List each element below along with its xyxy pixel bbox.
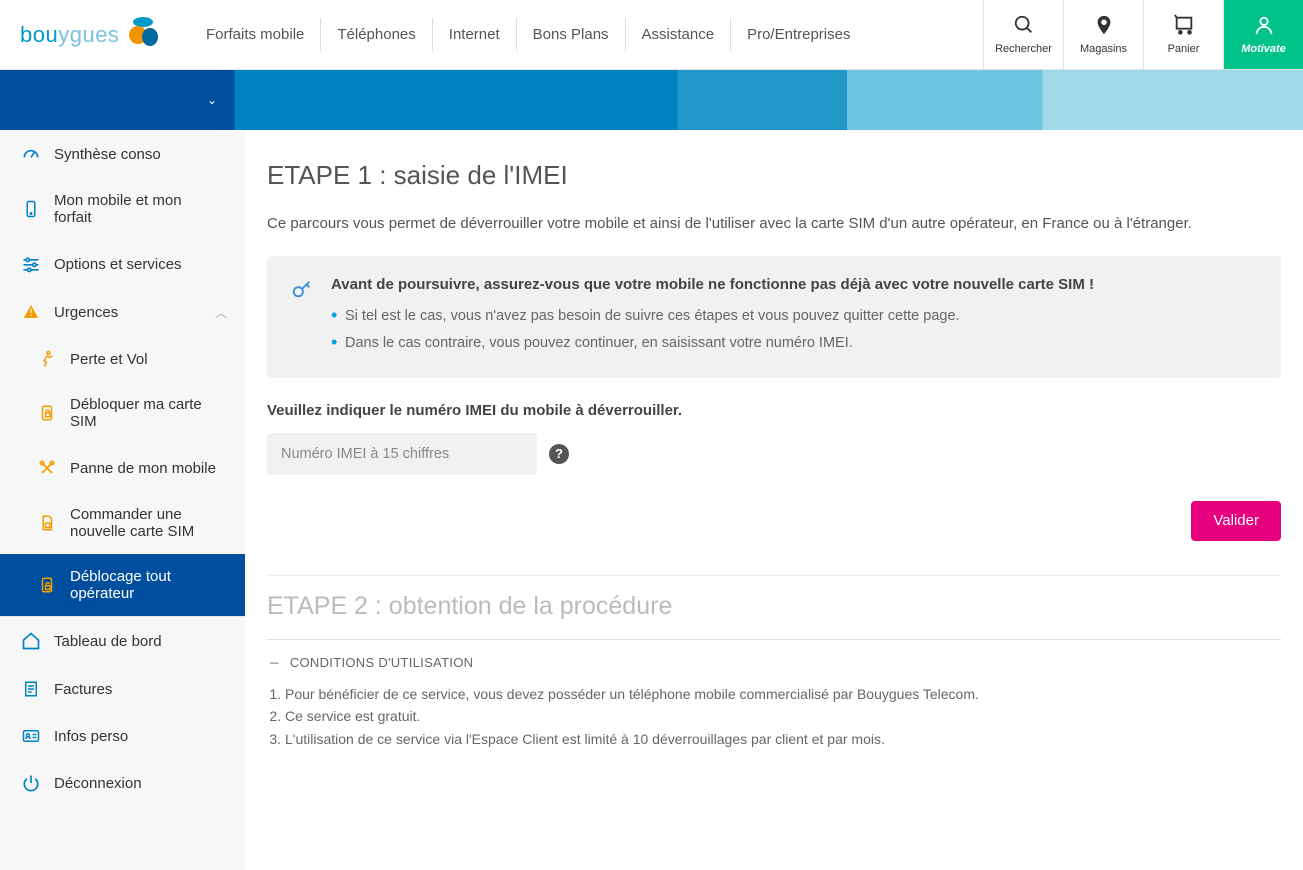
nav-assistance[interactable]: Assistance [626,18,732,51]
sidebar-label: Tableau de bord [54,633,162,650]
validate-button[interactable]: Valider [1191,501,1281,541]
sidebar-item-logout[interactable]: Déconnexion [0,759,245,807]
sidebar-label: Options et services [54,256,182,273]
condition-item: L'utilisation de ce service via l'Espace… [285,729,1281,751]
conditions-heading: CONDITIONS D'UTILISATION [290,655,474,670]
help-icon[interactable]: ? [549,444,569,464]
search-button[interactable]: Rechercher [983,0,1063,69]
sidebar-label: Factures [54,681,112,698]
sidebar-item-urgences[interactable]: Urgences ︿ [0,288,245,336]
warning-title: Avant de poursuivre, assurez-vous que vo… [331,276,1257,293]
imei-label: Veuillez indiquer le numéro IMEI du mobi… [267,402,1281,419]
condition-item: Pour bénéficier de ce service, vous deve… [285,684,1281,706]
pin-icon [1093,14,1115,43]
step2-title: ETAPE 2 : obtention de la procédure [267,592,1281,621]
cart-icon [1172,14,1196,43]
sim-card-icon [34,513,60,533]
nav-telephones[interactable]: Téléphones [321,18,432,51]
sidebar: Synthèse conso Mon mobile et mon forfait… [0,130,245,870]
warning-bullet: Si tel est le cas, vous n'avez pas besoi… [331,303,1257,331]
page-color-band: ⌄ [0,70,1303,130]
sim-lock-icon [34,403,60,423]
run-icon [34,350,60,368]
conditions-toggle[interactable]: − CONDITIONS D'UTILISATION [267,640,1281,684]
conditions-body: Pour bénéficier de ce service, vous deve… [267,684,1281,751]
warning-box: Avant de poursuivre, assurez-vous que vo… [267,256,1281,378]
conditions-accordion: − CONDITIONS D'UTILISATION Pour bénéfici… [267,639,1281,751]
header-actions: Rechercher Magasins Panier Motivate [983,0,1303,69]
sidebar-item-synthese[interactable]: Synthèse conso [0,130,245,178]
sidebar-sub-deblocage-operateur[interactable]: Déblocage tout opérateur [0,554,245,616]
sidebar-label: Panne de mon mobile [70,460,216,477]
invoice-icon [18,679,44,699]
search-icon [1013,14,1035,43]
sidebar-sub-debloquer-sim[interactable]: Débloquer ma carte SIM [0,382,245,444]
sidebar-label: Commander une nouvelle carte SIM [70,506,210,540]
tools-icon [34,458,60,478]
sidebar-label: Déconnexion [54,775,142,792]
sidebar-item-dashboard[interactable]: Tableau de bord [0,617,245,665]
sidebar-label: Déblocage tout opérateur [70,568,210,602]
sidebar-item-invoices[interactable]: Factures [0,665,245,713]
stores-label: Magasins [1080,43,1127,55]
account-button[interactable]: Motivate [1223,0,1303,69]
nav-internet[interactable]: Internet [433,18,517,51]
sidebar-sub-order-sim[interactable]: Commander une nouvelle carte SIM [0,492,245,554]
sidebar-label: Urgences [54,304,118,321]
sidebar-sub-panne[interactable]: Panne de mon mobile [0,444,245,492]
warning-icon [18,302,44,322]
minus-icon: − [269,654,280,672]
chevron-up-icon: ︿ [215,304,227,321]
nav-pro[interactable]: Pro/Entreprises [731,18,866,51]
stores-button[interactable]: Magasins [1063,0,1143,69]
step2-section: ETAPE 2 : obtention de la procédure [267,575,1281,621]
sidebar-label: Infos perso [54,728,128,745]
sidebar-label: Perte et Vol [70,351,148,368]
power-icon [18,773,44,793]
phone-icon [18,199,44,219]
condition-item: Ce service est gratuit. [285,706,1281,728]
nav-bonsplans[interactable]: Bons Plans [517,18,626,51]
warning-bullet: Dans le cas contraire, vous pouvez conti… [331,330,1257,358]
step1-title: ETAPE 1 : saisie de l'IMEI [267,160,1281,191]
sidebar-label: Mon mobile et mon forfait [54,192,204,226]
search-label: Rechercher [995,43,1052,55]
id-icon [18,727,44,745]
person-icon [1253,14,1275,43]
gauge-icon [18,144,44,164]
sidebar-item-mobile-forfait[interactable]: Mon mobile et mon forfait [0,178,245,240]
primary-nav: Forfaits mobile Téléphones Internet Bons… [190,18,983,51]
logo[interactable]: bouygues [0,15,190,54]
account-label: Motivate [1241,43,1286,55]
sidebar-label: Débloquer ma carte SIM [70,396,210,430]
step1-intro: Ce parcours vous permet de déverrouiller… [267,213,1281,236]
home-icon [18,631,44,651]
sidebar-label: Synthèse conso [54,146,161,163]
cart-label: Panier [1168,43,1200,55]
line-selector[interactable]: ⌄ [0,70,245,130]
sidebar-sub-perte-vol[interactable]: Perte et Vol [0,336,245,382]
key-icon [291,278,313,358]
sidebar-item-options[interactable]: Options et services [0,240,245,288]
main-content: ETAPE 1 : saisie de l'IMEI Ce parcours v… [245,130,1303,870]
unlock-phone-icon [34,575,60,595]
logo-swirl-icon [125,15,161,54]
logo-text: bouygues [20,22,119,48]
cart-button[interactable]: Panier [1143,0,1223,69]
imei-input[interactable] [267,433,537,475]
sidebar-item-infos-perso[interactable]: Infos perso [0,713,245,759]
sliders-icon [18,254,44,274]
chevron-down-icon: ⌄ [207,93,217,107]
nav-forfaits[interactable]: Forfaits mobile [190,18,321,51]
top-header: bouygues Forfaits mobile Téléphones Inte… [0,0,1303,70]
